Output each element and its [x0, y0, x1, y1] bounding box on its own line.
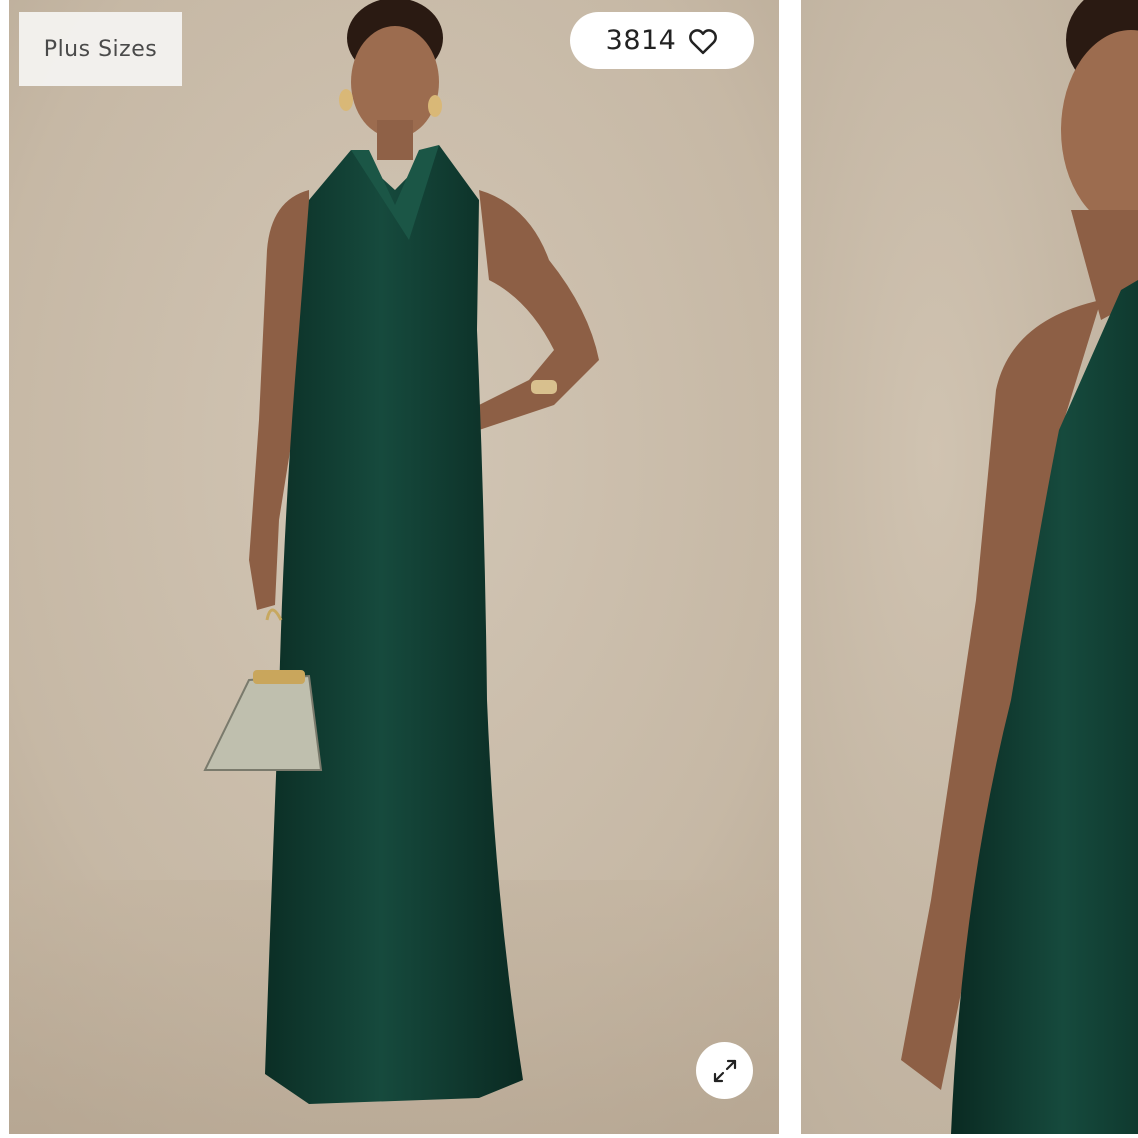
plus-sizes-label: Plus Sizes [43, 36, 158, 62]
expand-arrows-icon [713, 1059, 736, 1082]
gallery-slide-2[interactable] [801, 0, 1138, 1134]
full-length-model-photo [9, 0, 779, 1134]
gallery-slide-1[interactable]: Plus Sizes 3814 [9, 0, 779, 1134]
expand-image-button[interactable] [696, 1042, 753, 1099]
plus-sizes-badge: Plus Sizes [19, 12, 182, 86]
favorite-button[interactable]: 3814 [570, 12, 754, 69]
product-image-gallery: Plus Sizes 3814 [0, 0, 1138, 1138]
close-up-model-photo [801, 0, 1138, 1134]
favorite-count: 3814 [605, 25, 677, 56]
heart-outline-icon [689, 28, 718, 54]
